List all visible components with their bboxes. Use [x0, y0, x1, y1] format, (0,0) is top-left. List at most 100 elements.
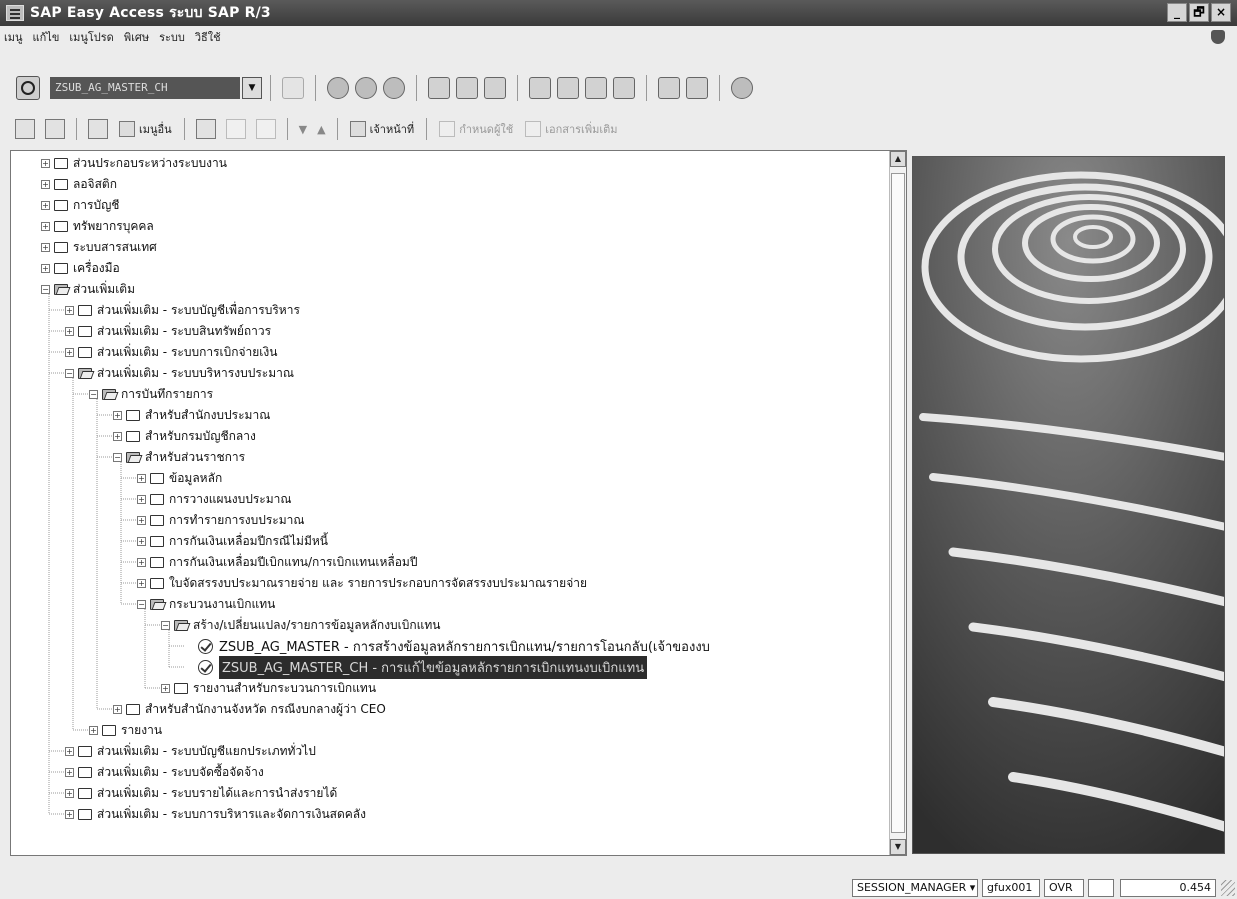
expand-icon[interactable]: + [161, 683, 170, 693]
menu-item-edit[interactable]: แก้ไข [33, 28, 60, 46]
tree-folder-node[interactable]: − สำหรับส่วนราชการ [113, 447, 245, 467]
menu-item-favorites[interactable]: เมนูโปรด [69, 28, 113, 46]
tree-folder-node[interactable]: + ส่วนเพิ่มเติม - ระบบการบริหารและจัดการเ… [65, 804, 366, 824]
sap-menu-icon[interactable] [45, 119, 65, 139]
expand-icon[interactable]: + [41, 263, 50, 273]
tree-folder-node[interactable]: + รายงานสำหรับกระบวนการเบิกแทน [161, 678, 376, 698]
favorites-icon[interactable] [88, 119, 108, 139]
scroll-up-button[interactable]: ▲ [890, 151, 906, 167]
expand-icon[interactable]: + [41, 242, 50, 252]
tree-folder-node[interactable]: − กระบวนงานเบิกแทน [137, 594, 275, 614]
expand-icon[interactable]: + [113, 410, 122, 420]
exit-icon[interactable] [355, 77, 377, 99]
tree-folder-node[interactable]: + สำหรับกรมบัญชีกลาง [113, 426, 256, 446]
tree-transaction-node[interactable]: ZSUB_AG_MASTER_CH - การแก้ไขข้อมูลหลักรา… [185, 655, 648, 679]
scroll-thumb[interactable] [891, 173, 905, 833]
collapse-icon[interactable]: − [161, 620, 170, 630]
collapse-icon[interactable]: − [41, 284, 50, 294]
collapse-icon[interactable]: − [137, 599, 146, 609]
scroll-down-button[interactable]: ▼ [890, 839, 906, 855]
tree-folder-node[interactable]: + ทรัพยากรบุคคล [41, 216, 154, 236]
expand-icon[interactable]: + [137, 515, 146, 525]
minimize-button[interactable]: _ [1167, 3, 1187, 22]
expand-icon[interactable]: + [41, 158, 50, 168]
tree-folder-node[interactable]: + ส่วนเพิ่มเติม - ระบบรายได้และการนำส่งรา… [65, 783, 337, 803]
system-menu-icon[interactable] [6, 5, 24, 21]
menu-item-menu[interactable]: เมนู [4, 28, 23, 46]
tree-folder-node[interactable]: + ส่วนเพิ่มเติม - ระบบสินทรัพย์ถาวร [65, 321, 271, 341]
tree-folder-node[interactable]: + ระบบสารสนเทศ [41, 237, 157, 257]
tree-folder-node[interactable]: + ใบจัดสรรงบประมาณรายจ่าย และ รายการประกอ… [137, 573, 587, 593]
tree-folder-node[interactable]: + ส่วนเพิ่มเติม - ระบบบัญชีเพื่อการบริหาร [65, 300, 300, 320]
find-next-icon[interactable] [484, 77, 506, 99]
tree-folder-node[interactable]: − สร้าง/เปลี่ยนแปลง/รายการข้อมูลหลักงบเบิ… [161, 615, 441, 635]
expand-icon[interactable]: + [137, 536, 146, 546]
documentation-button[interactable]: เอกสารเพิ่มเติม [525, 120, 617, 138]
expand-icon[interactable]: + [137, 494, 146, 504]
expand-icon[interactable]: + [41, 179, 50, 189]
expand-icon[interactable]: + [113, 431, 122, 441]
command-history-dropdown[interactable]: ▼ [242, 77, 262, 99]
menu-item-system[interactable]: ระบบ [159, 28, 185, 46]
collapse-icon[interactable]: − [65, 368, 74, 378]
shortcut-icon[interactable] [686, 77, 708, 99]
tree-folder-node[interactable]: + ลอจิสติก [41, 174, 117, 194]
expand-icon[interactable]: + [41, 221, 50, 231]
tree-folder-node[interactable]: + การวางแผนงบประมาณ [137, 489, 292, 509]
help-icon[interactable] [731, 77, 753, 99]
expand-icon[interactable]: + [65, 326, 74, 336]
tree-folder-node[interactable]: + สำหรับสำนักงานจังหวัด กรณีงบกลางผู้ว่า … [113, 699, 386, 719]
expand-icon[interactable]: + [65, 347, 74, 357]
tree-transaction-node[interactable]: ZSUB_AG_MASTER - การสร้างข้อมูลหลักรายกา… [185, 636, 710, 656]
tree-folder-node[interactable]: + การทำรายการงบประมาณ [137, 510, 305, 530]
new-session-icon[interactable] [658, 77, 680, 99]
tree-folder-node[interactable]: + ส่วนเพิ่มเติม - ระบบจัดซื้อจัดจ้าง [65, 762, 264, 782]
create-role-button[interactable]: เจ้าหน้าที่ [349, 120, 414, 138]
last-page-icon[interactable] [613, 77, 635, 99]
tree-folder-node[interactable]: − ส่วนเพิ่มเติม - ระบบบริหารงบประมาณ [65, 363, 294, 383]
tree-folder-node[interactable]: + เครื่องมือ [41, 258, 120, 278]
tree-folder-node[interactable]: + การบัญชี [41, 195, 119, 215]
expand-icon[interactable]: + [113, 704, 122, 714]
expand-icon[interactable]: + [65, 767, 74, 777]
tree-folder-node[interactable]: + ข้อมูลหลัก [137, 468, 222, 488]
tree-folder-node[interactable]: + ส่วนประกอบระหว่างระบบงาน [41, 153, 227, 173]
collapse-icon[interactable]: − [89, 389, 98, 399]
back-icon[interactable] [327, 77, 349, 99]
close-button[interactable]: × [1211, 3, 1231, 22]
find-icon[interactable] [456, 77, 478, 99]
expand-icon[interactable]: + [89, 725, 98, 735]
tree-folder-node[interactable]: − การบันทึกรายการ [89, 384, 213, 404]
delete-favorite-icon[interactable] [255, 119, 276, 139]
user-menu-icon[interactable] [15, 119, 35, 139]
expand-icon[interactable]: + [137, 557, 146, 567]
expand-icon[interactable]: + [41, 200, 50, 210]
tree-folder-node[interactable]: + ส่วนเพิ่มเติม - ระบบบัญชีแยกประเภททั่วไ… [65, 741, 316, 761]
tree-folder-node[interactable]: + ส่วนเพิ่มเติม - ระบบการเบิกจ่ายเงิน [65, 342, 277, 362]
tree-folder-node[interactable]: − ส่วนเพิ่มเติม [41, 279, 135, 299]
save-icon[interactable] [282, 77, 304, 99]
expand-icon[interactable]: + [65, 305, 74, 315]
add-favorite-icon[interactable] [195, 119, 216, 139]
session-manager-field[interactable]: SESSION_MANAGER ▾ [852, 879, 978, 897]
expand-icon[interactable]: + [65, 788, 74, 798]
first-page-icon[interactable] [529, 77, 551, 99]
resize-grip-icon[interactable] [1221, 880, 1235, 896]
tree-folder-node[interactable]: + การกันเงินเหลื่อมปีเบิกแทน/การเบิกแทนเห… [137, 552, 417, 572]
cancel-icon[interactable] [383, 77, 405, 99]
tree-folder-node[interactable]: + สำหรับสำนักงบประมาณ [113, 405, 270, 425]
maximize-button[interactable]: 🗗 [1189, 3, 1209, 22]
expand-icon[interactable]: + [65, 746, 74, 756]
other-menu-button[interactable]: เมนูอื่น [119, 120, 172, 138]
command-field[interactable]: ZSUB_AG_MASTER_CH [50, 77, 240, 99]
change-favorite-icon[interactable] [225, 119, 246, 139]
menu-item-extras[interactable]: พิเศษ [124, 28, 149, 46]
tree-folder-node[interactable]: + รายงาน [89, 720, 162, 740]
tree-vertical-scrollbar[interactable]: ▲ ▼ [889, 151, 906, 855]
move-up-icon[interactable]: ▲ [317, 123, 325, 136]
expand-icon[interactable]: + [65, 809, 74, 819]
expand-icon[interactable]: + [137, 578, 146, 588]
tree-folder-node[interactable]: + การกันเงินเหลื่อมปีกรณีไม่มีหนี้ [137, 531, 328, 551]
expand-icon[interactable]: + [137, 473, 146, 483]
move-down-icon[interactable]: ▼ [299, 123, 307, 136]
